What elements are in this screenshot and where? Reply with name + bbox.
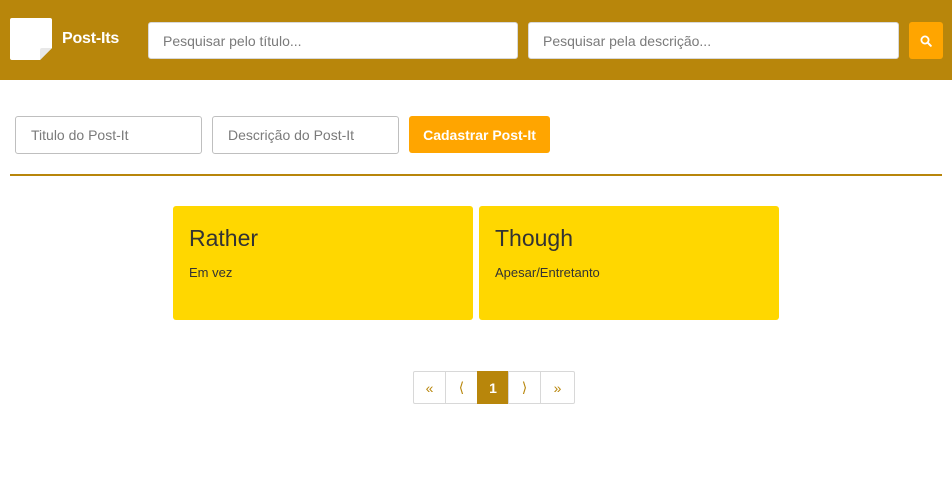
postit-title: Though (495, 225, 574, 251)
postit-description: Apesar/Entretanto (495, 265, 600, 280)
search-icon (920, 35, 932, 47)
postit-description: Em vez (189, 265, 233, 280)
navbar: Post-Its (0, 0, 952, 80)
pagination: « ⟨ 1 ⟩ » (413, 371, 575, 404)
search-button[interactable] (909, 22, 943, 59)
last-page-button[interactable]: » (540, 371, 575, 404)
postit-description-input[interactable] (212, 116, 399, 154)
postit-card[interactable]: Though Apesar/Entretanto (479, 206, 779, 320)
postit-card[interactable]: Rather Em vez (173, 206, 473, 320)
search-description-input[interactable] (528, 22, 899, 59)
brand-link[interactable]: Post-Its (10, 18, 119, 60)
divider (10, 174, 942, 176)
create-postit-button[interactable]: Cadastrar Post-It (409, 116, 550, 153)
first-page-button[interactable]: « (413, 371, 446, 404)
previous-page-button[interactable]: ⟨ (445, 371, 478, 404)
next-page-button[interactable]: ⟩ (508, 371, 541, 404)
post-it-logo-icon (10, 18, 52, 60)
postit-title: Rather (189, 225, 259, 251)
search-title-input[interactable] (148, 22, 518, 59)
brand-name: Post-Its (62, 30, 120, 47)
current-page-button[interactable]: 1 (477, 371, 509, 404)
postit-title-input[interactable] (15, 116, 202, 154)
